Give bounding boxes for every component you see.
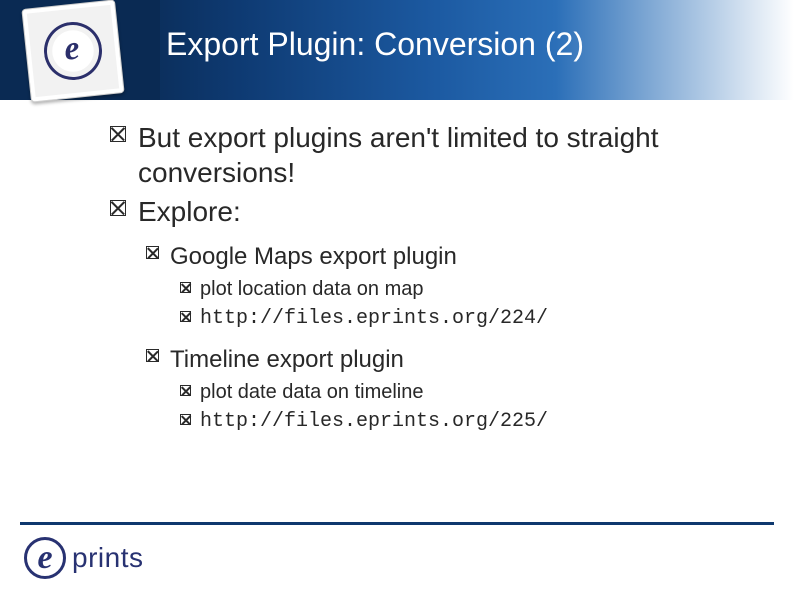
eprints-logo-icon: e [21,0,124,103]
bullet-text: Google Maps export plugin [170,241,457,272]
footer-logo-text: prints [72,542,143,574]
sublist: Google Maps export plugin plot location … [146,241,750,435]
slide-content: But export plugins aren't limited to str… [110,120,750,447]
checkbox-x-icon [110,194,138,221]
sublist: plot location data on map http://files.e… [180,276,750,332]
checkbox-x-icon [180,305,200,327]
checkbox-x-icon [180,408,200,430]
checkbox-x-icon [180,276,200,298]
bullet-level2: Timeline export plugin [146,344,750,375]
slide-title: Export Plugin: Conversion (2) [166,26,584,63]
bullet-level3: plot location data on map [180,276,750,303]
bullet-level1: Explore: [110,194,750,229]
bullet-text: plot date data on timeline [200,379,424,406]
logo-e-letter: e [62,29,81,68]
bullet-level3: http://files.eprints.org/225/ [180,408,750,435]
bullet-url: http://files.eprints.org/225/ [200,408,548,435]
footer-divider [20,522,774,525]
checkbox-x-icon [146,344,170,367]
bullet-text: But export plugins aren't limited to str… [138,120,750,190]
bullet-level3: plot date data on timeline [180,379,750,406]
bullet-text: plot location data on map [200,276,424,303]
footer-logo-icon: e prints [24,537,143,579]
checkbox-x-icon [110,120,138,147]
checkbox-x-icon [146,241,170,264]
slide: e Export Plugin: Conversion (2) But expo… [0,0,794,595]
footer-logo-e: e [24,537,66,579]
bullet-level3: http://files.eprints.org/224/ [180,305,750,332]
bullet-url: http://files.eprints.org/224/ [200,305,548,332]
slide-header: e Export Plugin: Conversion (2) [0,0,794,100]
bullet-level2: Google Maps export plugin [146,241,750,272]
bullet-text: Explore: [138,194,241,229]
sublist: plot date data on timeline http://files.… [180,379,750,435]
logo-e-icon: e [41,19,105,83]
checkbox-x-icon [180,379,200,401]
bullet-level1: But export plugins aren't limited to str… [110,120,750,190]
bullet-text: Timeline export plugin [170,344,404,375]
